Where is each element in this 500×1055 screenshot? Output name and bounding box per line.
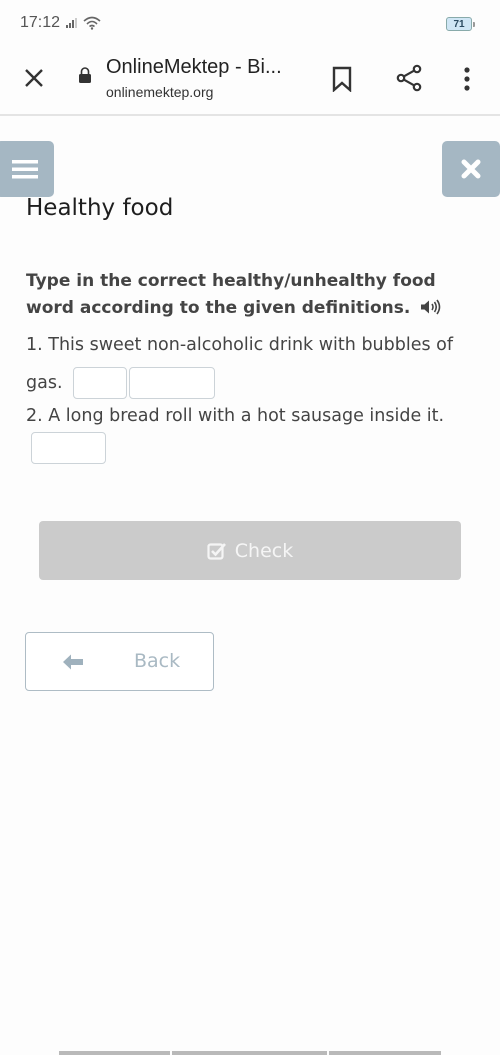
battery-indicator: 71	[446, 17, 475, 31]
browser-toolbar: OnlineMektep - Bi... onlinemektep.org	[0, 46, 500, 116]
checkbox-icon	[207, 542, 226, 560]
back-button[interactable]: Back	[25, 632, 214, 691]
battery-level: 71	[453, 18, 465, 30]
close-icon	[461, 159, 481, 179]
question-text: 2. A long bread roll with a hot sausage …	[26, 406, 445, 426]
page-title: OnlineMektep - Bi...	[106, 56, 282, 78]
page-url[interactable]: onlinemektep.org	[106, 84, 213, 100]
speaker-icon[interactable]	[420, 299, 442, 315]
status-bar: 17:12 71	[0, 0, 500, 46]
question-2: 2. A long bread roll with a hot sausage …	[26, 397, 476, 464]
task-instructions: Type in the correct healthy/unhealthy fo…	[26, 268, 476, 322]
lock-icon	[79, 67, 91, 83]
answer-input-2[interactable]	[31, 432, 106, 464]
arrow-left-icon	[63, 654, 83, 670]
answer-input-1b[interactable]	[128, 367, 215, 399]
instructions-text: Type in the correct healthy/unhealthy fo…	[26, 271, 436, 318]
menu-button[interactable]	[0, 141, 54, 197]
bottom-nav-edge	[0, 1051, 500, 1055]
check-label: Check	[234, 539, 294, 562]
bookmark-icon[interactable]	[331, 66, 353, 92]
check-button[interactable]: Check	[39, 521, 461, 580]
share-icon[interactable]	[396, 64, 422, 92]
more-vert-icon[interactable]	[460, 66, 474, 92]
close-icon[interactable]	[22, 66, 46, 90]
answer-input-1a[interactable]	[72, 367, 127, 399]
close-lesson-button[interactable]	[442, 141, 500, 197]
lesson-title: Healthy food	[26, 195, 174, 221]
status-time: 17:12	[20, 14, 61, 31]
wifi-icon	[83, 16, 101, 30]
back-label: Back	[134, 650, 181, 672]
signal-icon	[66, 18, 78, 28]
question-1: 1. This sweet non-alcoholic drink with b…	[26, 326, 476, 402]
hamburger-icon	[12, 160, 38, 179]
